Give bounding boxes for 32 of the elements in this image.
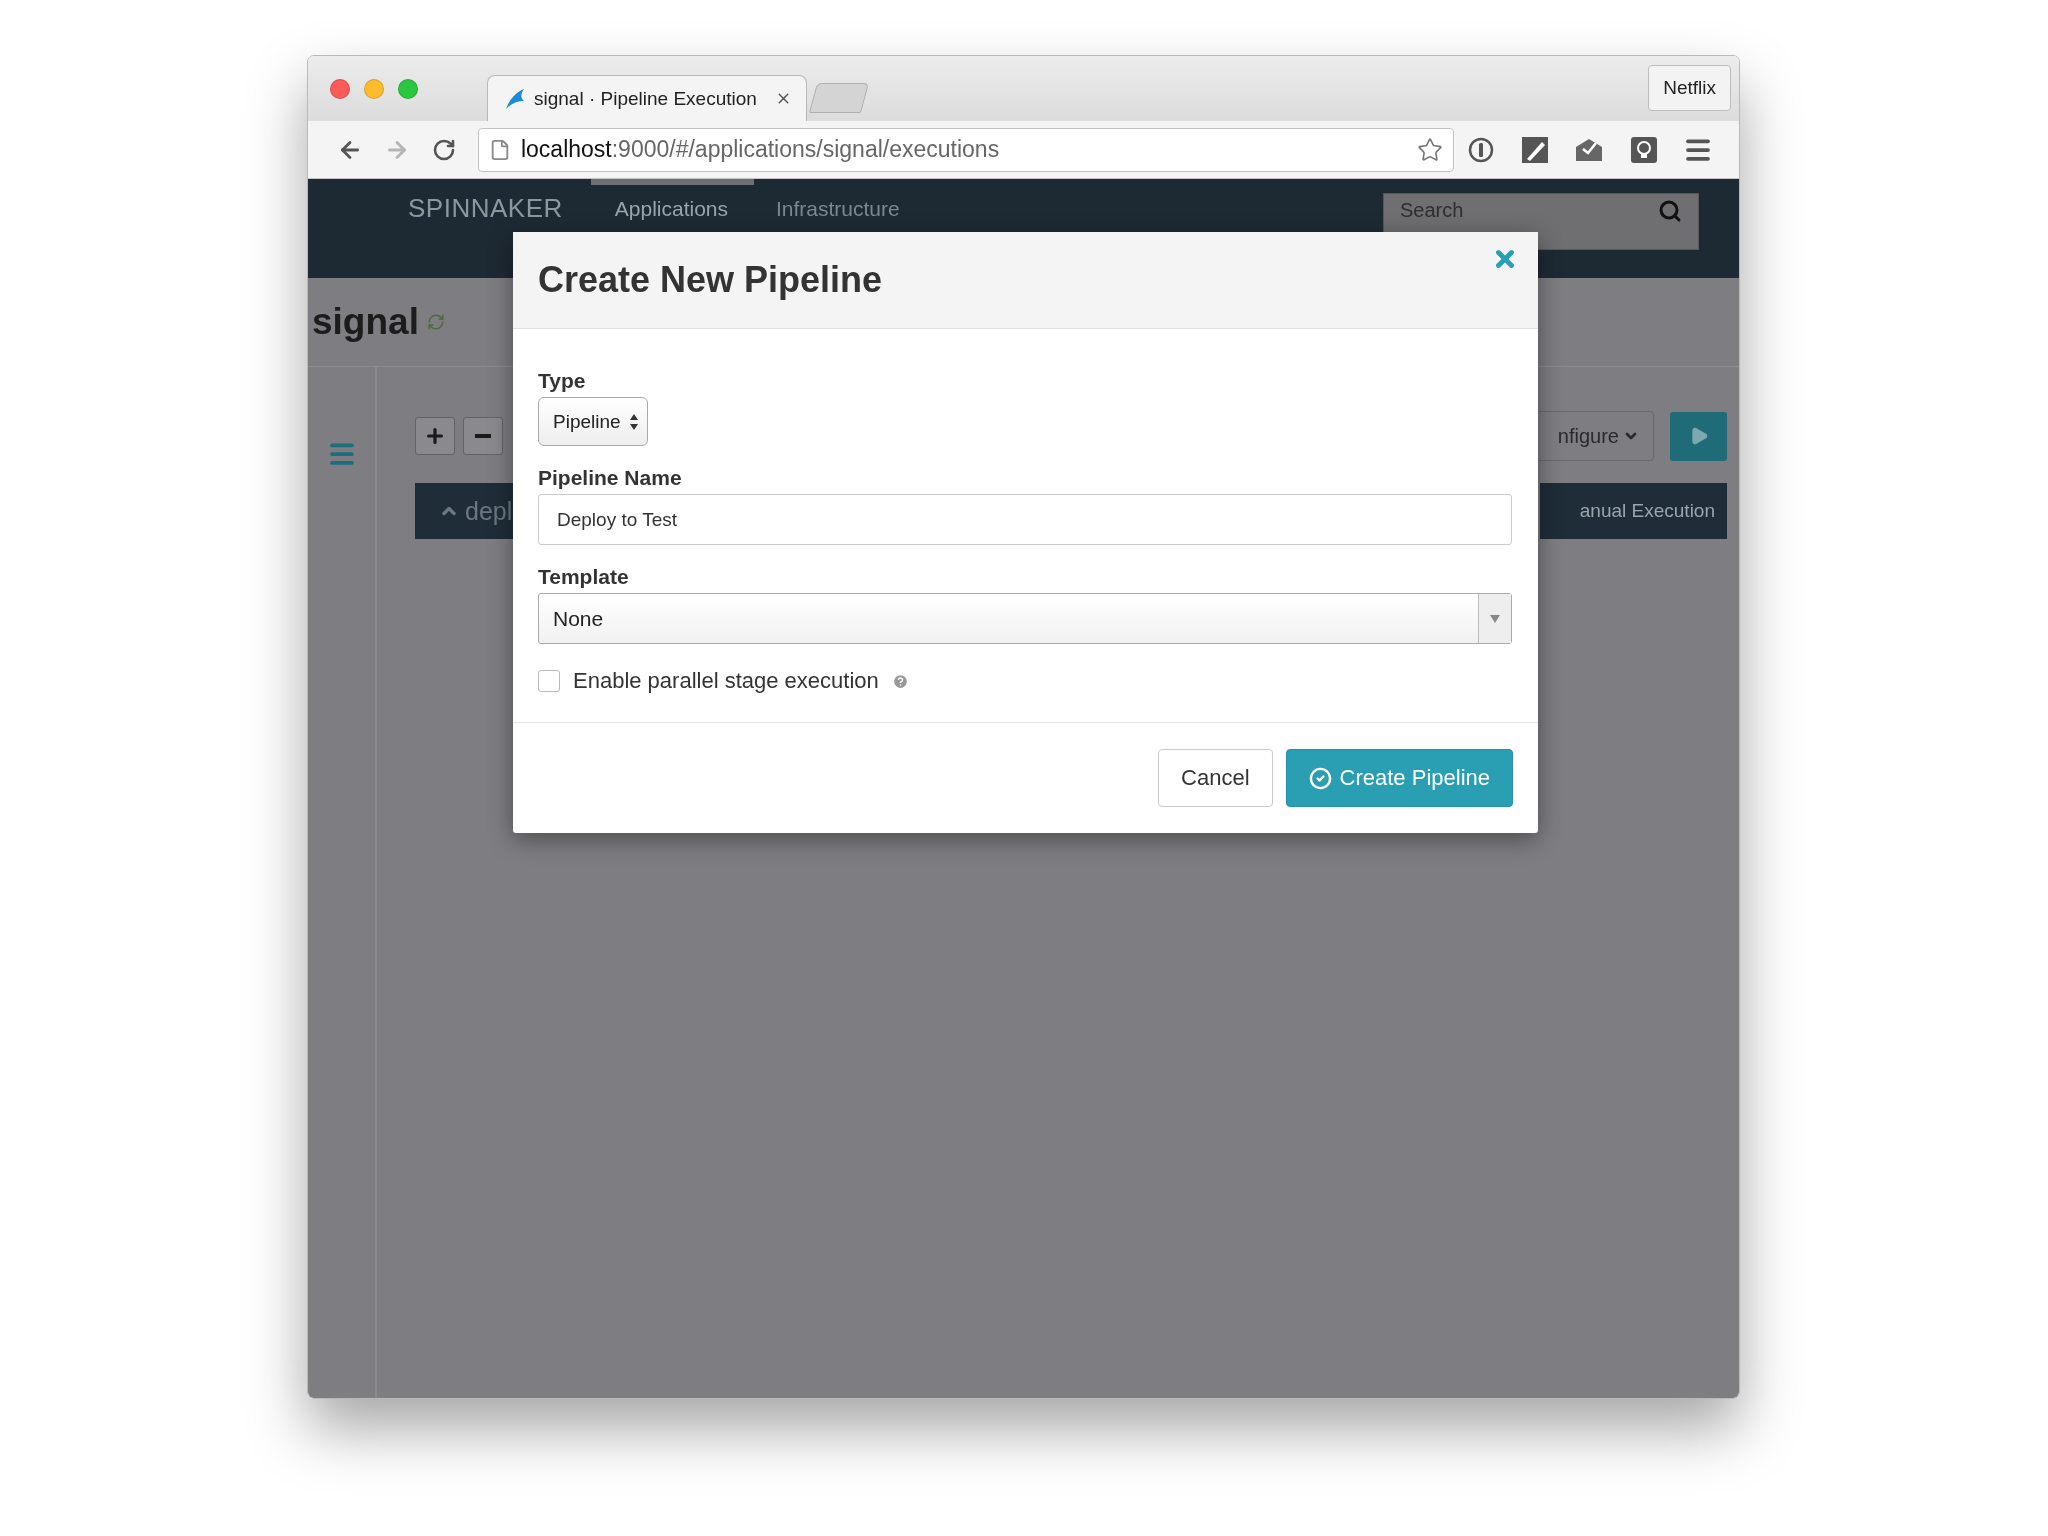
plus-icon bbox=[424, 425, 446, 447]
checkbox[interactable] bbox=[538, 670, 560, 692]
brand-name: SPINNAKER bbox=[408, 193, 563, 224]
template-select[interactable]: None bbox=[538, 593, 1512, 644]
dialog-title: Create New Pipeline bbox=[538, 259, 883, 301]
close-window-button[interactable] bbox=[330, 78, 350, 99]
address-bar[interactable]: localhost:9000/#/applications/signal/executions bbox=[477, 127, 1454, 172]
type-select[interactable]: Pipeline bbox=[538, 397, 648, 446]
sort-arrows-icon bbox=[628, 412, 639, 431]
nav-link[interactable]: Infrastructure bbox=[776, 193, 900, 221]
browser-tab[interactable]: signal · Pipeline Execution bbox=[487, 75, 807, 121]
checkbox-label: Enable parallel stage execution bbox=[573, 668, 879, 694]
manual-execution-button[interactable]: anual Execution bbox=[1539, 483, 1727, 539]
field-label: Pipeline Name bbox=[538, 466, 682, 490]
search-icon bbox=[1658, 199, 1682, 223]
sail-icon bbox=[504, 87, 526, 110]
expand-button[interactable] bbox=[415, 417, 455, 455]
pipeline-name-field[interactable]: Deploy to Test bbox=[538, 494, 1512, 545]
play-button[interactable] bbox=[1670, 411, 1727, 461]
caret-icon bbox=[1478, 594, 1511, 643]
field-label: Template bbox=[538, 565, 629, 589]
star-icon[interactable] bbox=[1417, 136, 1443, 163]
field-label: Type bbox=[538, 369, 586, 393]
app-title: signal bbox=[312, 301, 419, 343]
minus-icon bbox=[475, 434, 491, 438]
profile-button[interactable]: Netflix bbox=[1648, 65, 1731, 111]
nav-link[interactable]: Applications bbox=[614, 193, 728, 221]
maximize-window-button[interactable] bbox=[398, 78, 418, 99]
check-circle-icon bbox=[1308, 766, 1332, 790]
cancel-button[interactable]: Cancel bbox=[1158, 749, 1273, 807]
collapse-button[interactable] bbox=[463, 417, 503, 455]
help-icon[interactable] bbox=[891, 672, 909, 690]
